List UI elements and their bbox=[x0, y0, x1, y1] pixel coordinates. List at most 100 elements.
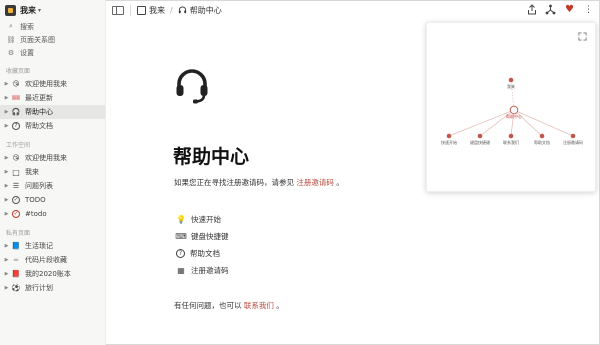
sidebar-page-item[interactable]: ▶ ⚽ 旅行计划 bbox=[0, 281, 105, 295]
sidebar-page-label: #todo bbox=[25, 210, 47, 218]
graph-node-child[interactable] bbox=[570, 133, 576, 139]
graph-node-child[interactable] bbox=[539, 133, 545, 139]
intro-prefix: 如果您正在寻找注册邀请码，请参见 bbox=[174, 178, 294, 187]
sidebar-section-label: 工作空间 bbox=[6, 142, 31, 149]
sidebar-page-item[interactable]: ▶ 📘 生活琐记 bbox=[0, 239, 105, 253]
chevron-down-icon: ▾ bbox=[38, 6, 42, 14]
graph-node-child[interactable] bbox=[477, 133, 483, 139]
graph-node-label: 帮助中心 bbox=[506, 113, 522, 119]
expand-arrow-icon[interactable]: ▶ bbox=[3, 243, 10, 249]
sidebar-page-label: 问题列表 bbox=[25, 182, 53, 190]
sidebar-nav-label: 设置 bbox=[20, 48, 34, 57]
sidebar-page-item[interactable]: ▶ ✓ #todo bbox=[0, 207, 105, 221]
bulb-icon: 💡 bbox=[176, 215, 186, 224]
sidebar-nav-search[interactable]: ⌕ 搜索 bbox=[0, 20, 105, 33]
breadcrumb-root-label: 我来 bbox=[149, 5, 165, 15]
book-icon: 📘 bbox=[11, 242, 21, 250]
expand-arrow-icon[interactable]: ▶ bbox=[3, 109, 10, 115]
quick-link[interactable]: ⌨ 键盘快捷键 bbox=[175, 228, 228, 245]
expand-arrow-icon[interactable]: ▶ bbox=[3, 81, 10, 87]
sidebar-page-label: 帮助文档 bbox=[25, 122, 53, 130]
sidebar-section-label: 收藏页面 bbox=[6, 68, 31, 75]
page-icon: □ bbox=[12, 167, 20, 177]
divider bbox=[130, 4, 131, 16]
expand-arrow-icon[interactable]: ▶ bbox=[3, 123, 10, 129]
quick-link-label: 注册邀请码 bbox=[191, 266, 229, 275]
top-actions: ♥ ⋮ bbox=[526, 4, 594, 15]
favorite-heart-icon[interactable]: ♥ bbox=[564, 4, 575, 15]
help-circle-icon: ? bbox=[12, 122, 20, 130]
sidebar-page-item[interactable]: ▶ ✓ TODO bbox=[0, 193, 105, 207]
headset-icon bbox=[178, 6, 186, 13]
page-graph[interactable]: 我来帮助中心快速开始 键盘快捷键 联系我们 帮助文档 注册邀请码 bbox=[427, 23, 597, 193]
globe-icon: ⚽ bbox=[11, 284, 21, 292]
help-circle-icon: ? bbox=[176, 249, 185, 258]
sidebar-page-item[interactable]: ▶ 😘 欢迎使用我来 bbox=[0, 151, 105, 165]
expand-arrow-icon[interactable]: ▶ bbox=[3, 183, 10, 189]
breadcrumb-root[interactable]: 我来 bbox=[137, 5, 165, 16]
expand-arrow-icon[interactable]: ▶ bbox=[3, 271, 10, 277]
link-icon: ⛓ bbox=[6, 35, 16, 44]
expand-arrow-icon[interactable]: ▶ bbox=[3, 211, 10, 217]
graph-node-label: 注册邀请码 bbox=[563, 139, 583, 145]
page-graph-popup: 我来 帮助中心 快速开始 键盘快捷键 联系我们 帮助文档 注册邀请码 bbox=[426, 22, 596, 192]
sidebar-toggle-icon[interactable] bbox=[112, 5, 124, 15]
page-title: 帮助中心 bbox=[173, 146, 250, 168]
sidebar-page-item[interactable]: ▶ ☰ 问题列表 bbox=[0, 179, 105, 193]
graph-node-child[interactable] bbox=[508, 133, 514, 139]
graph-node-label: 快速开始 bbox=[441, 139, 457, 145]
quick-link-label: 帮助文档 bbox=[190, 249, 220, 258]
headset-icon bbox=[176, 69, 208, 104]
sidebar-nav-link[interactable]: ⛓ 页面关系图 bbox=[0, 33, 105, 46]
sidebar-page-label: 代码片段收藏 bbox=[25, 256, 67, 264]
graph-view-icon[interactable] bbox=[545, 4, 556, 15]
check-circle-icon: ✓ bbox=[12, 196, 20, 204]
workspace-name: 我来 bbox=[20, 5, 36, 15]
contact-us-link[interactable]: 联系我们 bbox=[244, 301, 274, 310]
sidebar-page-label: 旅行计划 bbox=[25, 284, 53, 292]
breadcrumb-current[interactable]: 帮助中心 bbox=[178, 5, 222, 16]
gear-icon: ⚙ bbox=[7, 48, 15, 57]
search-icon: ⌕ bbox=[9, 22, 13, 30]
qr-code-icon: ▦ bbox=[177, 266, 185, 275]
quick-link[interactable]: 💡 快速开始 bbox=[176, 211, 229, 228]
sidebar-page-item[interactable]: ▶ 🎟 最近更新 bbox=[0, 91, 105, 105]
expand-arrow-icon[interactable]: ▶ bbox=[3, 197, 10, 203]
sidebar-page-label: 帮助中心 bbox=[25, 108, 53, 116]
sidebar-nav-gear[interactable]: ⚙ 设置 bbox=[0, 46, 105, 59]
intro-text: 如果您正在寻找注册邀请码，请参见 注册邀请码 。 bbox=[174, 177, 344, 188]
sidebar-page-label: 我的2020账本 bbox=[25, 270, 71, 278]
expand-arrow-icon[interactable]: ▶ bbox=[3, 155, 10, 161]
sidebar-page-item[interactable]: ▶ 🎧 帮助中心 bbox=[0, 105, 105, 119]
graph-node-child[interactable] bbox=[446, 133, 452, 139]
page-icon bbox=[137, 5, 146, 15]
check-circle-red-icon: ✓ bbox=[12, 210, 20, 218]
sidebar-page-item[interactable]: ▶? 帮助文档 bbox=[0, 119, 105, 133]
sidebar-page-item[interactable]: ▶ 😘 欢迎使用我来 bbox=[0, 77, 105, 91]
graph-node-root[interactable] bbox=[508, 77, 514, 83]
graph-node-center[interactable] bbox=[509, 105, 519, 115]
sidebar-page-item[interactable]: ▶ 📕 我的2020账本 bbox=[0, 267, 105, 281]
share-icon[interactable] bbox=[526, 4, 537, 15]
graph-node-label: 我来 bbox=[507, 83, 515, 89]
sidebar-page-label: 欢迎使用我来 bbox=[25, 154, 67, 162]
sidebar-page-item[interactable]: ▶ ═ 代码片段收藏 bbox=[0, 253, 105, 267]
expand-arrow-icon[interactable]: ▶ bbox=[3, 257, 10, 263]
outro-text: 有任何问题，也可以 联系我们 。 bbox=[174, 300, 284, 311]
quick-link[interactable]: ? 帮助文档 bbox=[176, 245, 229, 262]
workspace-switcher[interactable]: 我来 ▾ bbox=[0, 0, 105, 20]
sidebar-page-item[interactable]: ▶ □ 我来 bbox=[0, 165, 105, 179]
quick-link[interactable]: ▦ 注册邀请码 bbox=[176, 262, 229, 279]
invite-code-link[interactable]: 注册邀请码 bbox=[296, 178, 334, 187]
more-icon[interactable]: ⋮ bbox=[583, 4, 594, 15]
intro-suffix: 。 bbox=[336, 178, 344, 187]
expand-arrow-icon[interactable]: ▶ bbox=[3, 169, 10, 175]
expand-arrow-icon[interactable]: ▶ bbox=[3, 95, 10, 101]
expand-arrow-icon[interactable]: ▶ bbox=[3, 285, 10, 291]
graph-edge bbox=[513, 109, 574, 137]
ticket-icon: 🎟 bbox=[11, 94, 21, 102]
code-icon: ═ bbox=[13, 256, 19, 264]
keyboard-icon: ⌨ bbox=[175, 232, 187, 241]
